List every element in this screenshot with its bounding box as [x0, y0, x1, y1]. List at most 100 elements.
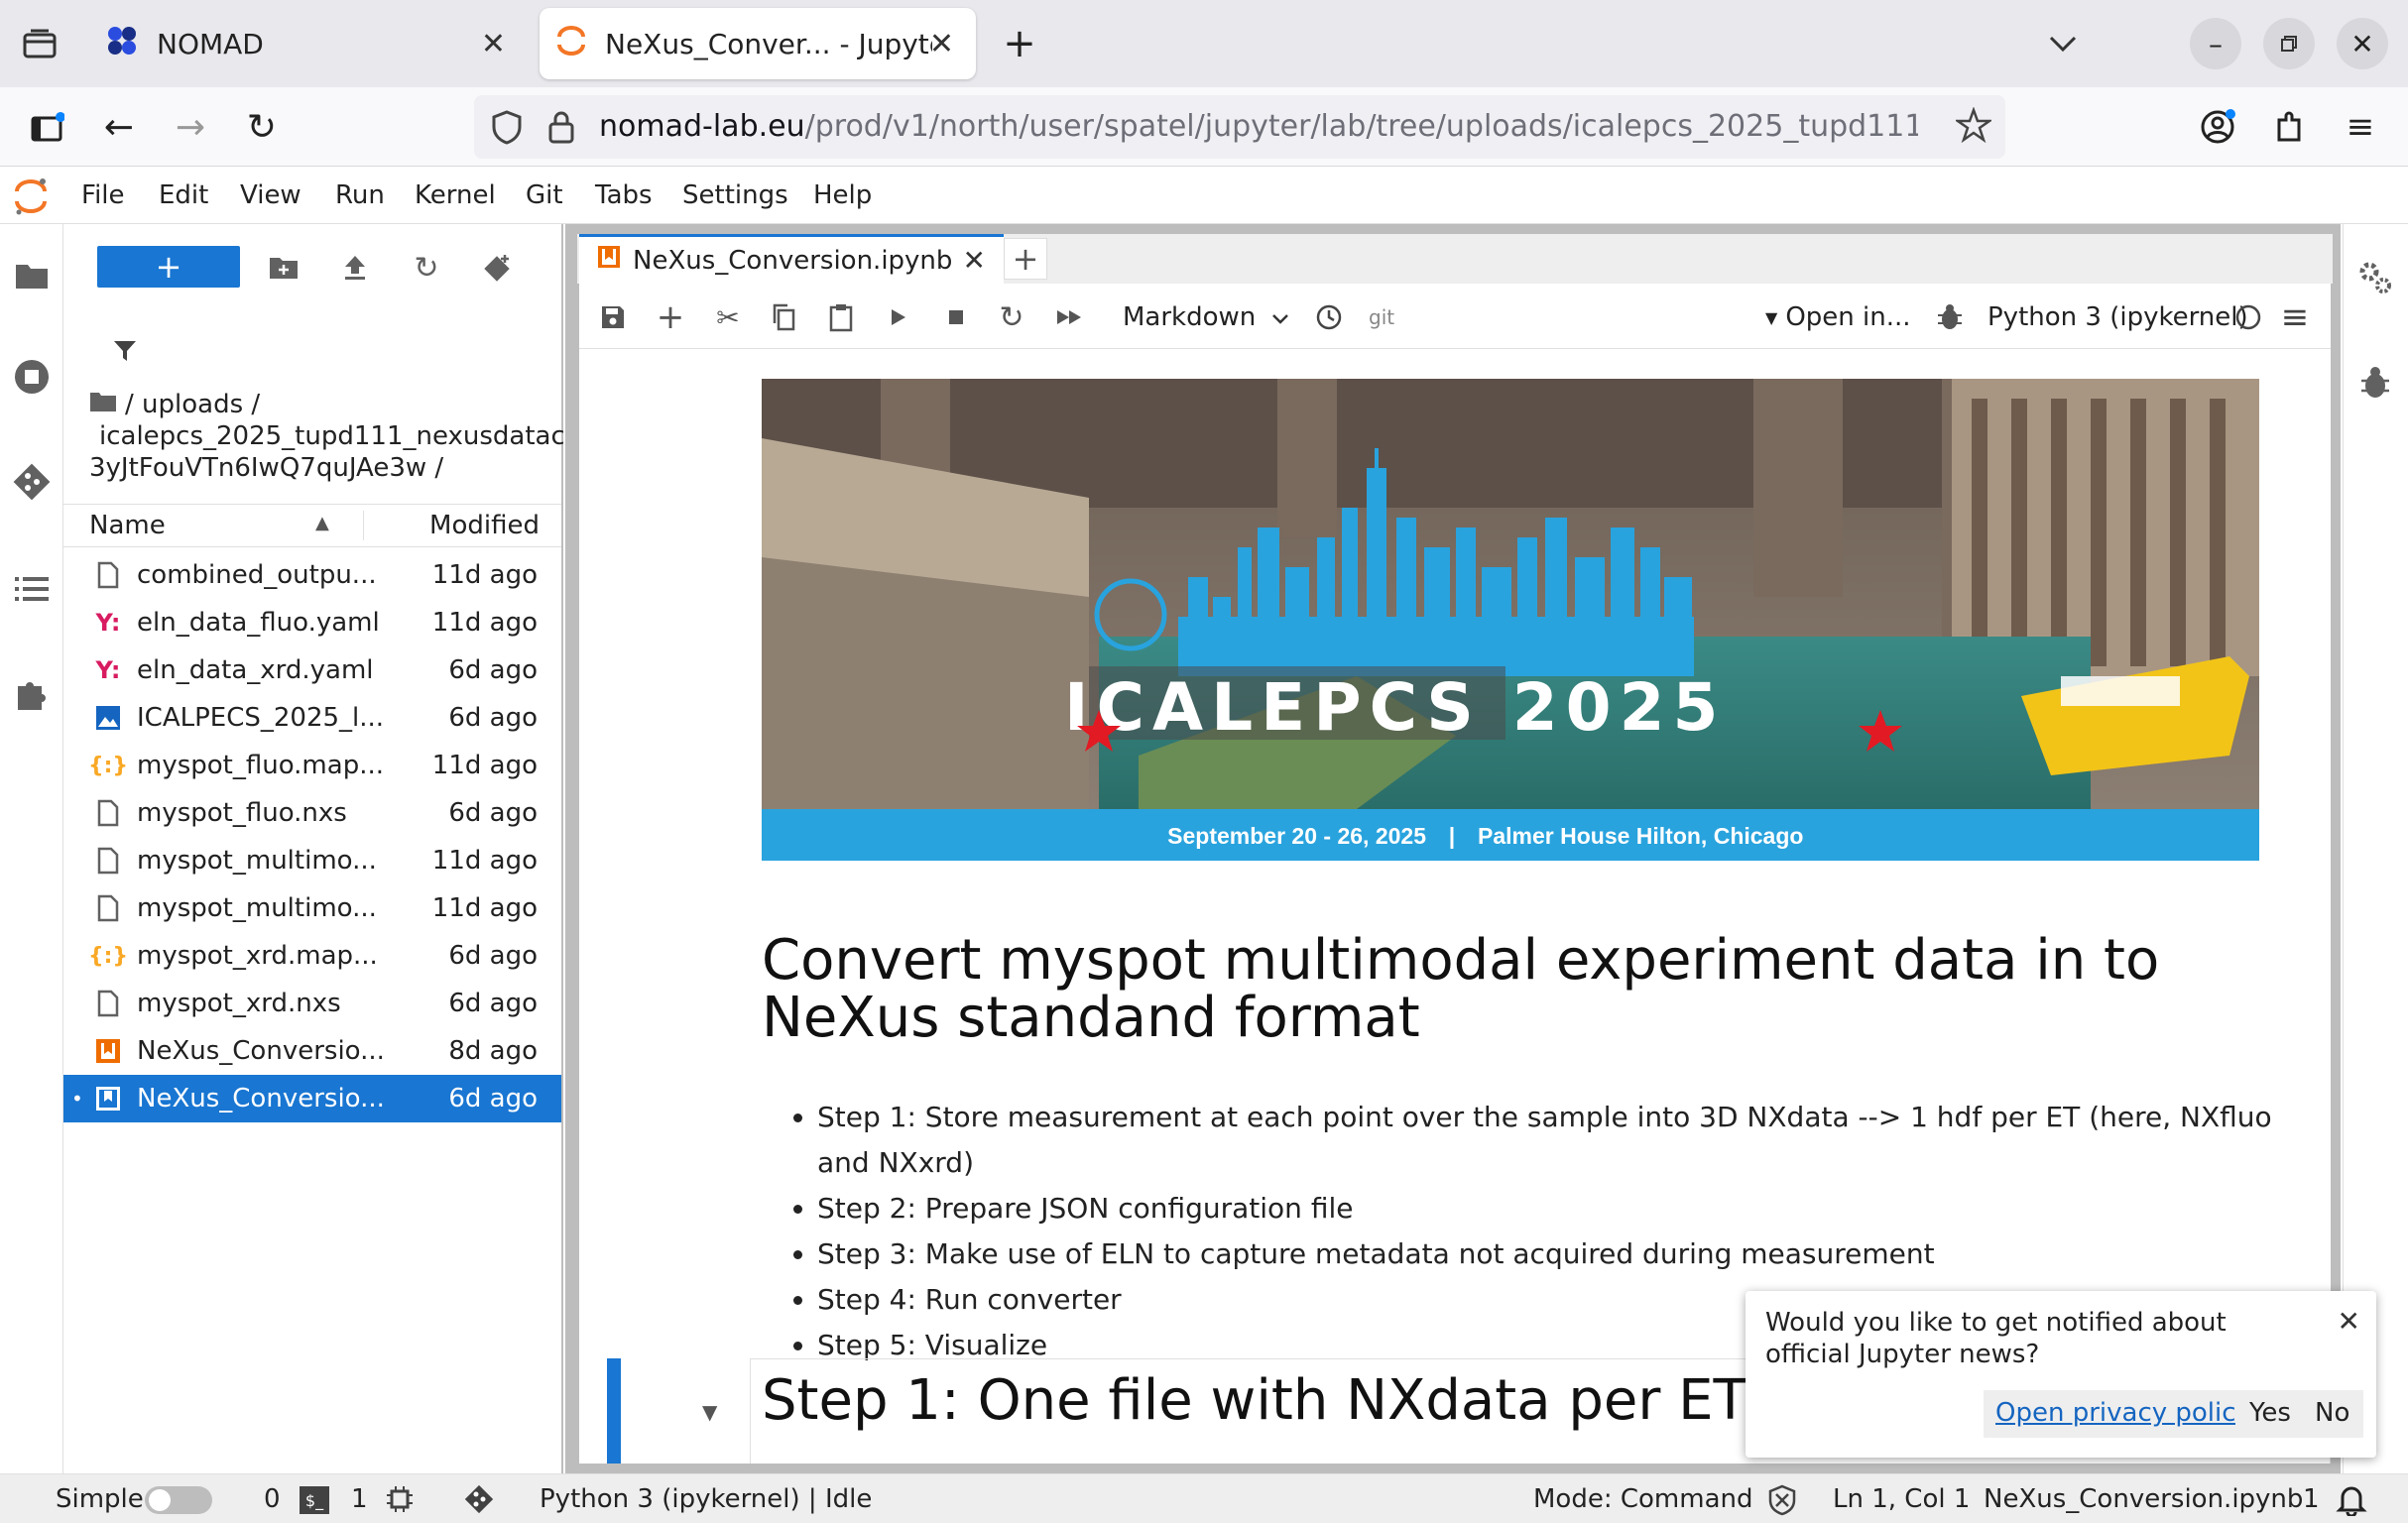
kernel-name-button[interactable]: Python 3 (ipykernel) [1987, 297, 2248, 337]
fast-forward-icon[interactable] [1049, 297, 1089, 337]
git-diff-label[interactable]: git [1369, 297, 1394, 337]
insert-cell-icon[interactable]: + [651, 297, 690, 337]
column-name[interactable]: Name [89, 511, 166, 540]
url-bar[interactable]: nomad-lab.eu/prod/v1/north/user/spatel/j… [474, 95, 2005, 159]
collapse-cell-icon[interactable]: ▼ [702, 1400, 717, 1424]
menu-edit[interactable]: Edit [159, 180, 208, 210]
url-text[interactable]: nomad-lab.eu/prod/v1/north/user/spatel/j… [599, 109, 1918, 144]
file-row[interactable]: Y: eln_data_xrd.yaml 6d ago [63, 646, 561, 694]
run-icon[interactable] [879, 297, 918, 337]
close-tab-icon[interactable]: ✕ [963, 244, 986, 277]
file-row-selected[interactable]: • NeXus_Conversio... 6d ago [63, 1075, 561, 1122]
file-row[interactable]: NeXus_Conversio... 8d ago [63, 1027, 561, 1075]
menu-run[interactable]: Run [335, 180, 385, 210]
close-tab-icon[interactable]: ✕ [929, 27, 954, 61]
close-icon[interactable]: ✕ [2338, 1305, 2360, 1338]
account-icon[interactable] [2192, 101, 2243, 153]
shield-icon[interactable] [490, 109, 524, 149]
kernel-status-text[interactable]: Python 3 (ipykernel) | Idle [540, 1484, 872, 1514]
table-of-contents-icon[interactable] [8, 565, 56, 613]
trust-shield-icon[interactable] [1767, 1484, 1797, 1523]
forward-icon[interactable]: → [165, 101, 216, 153]
stop-icon[interactable] [936, 297, 976, 337]
file-row[interactable]: Y: eln_data_fluo.yaml 11d ago [63, 599, 561, 646]
extension-manager-icon[interactable] [8, 670, 56, 718]
git-clone-icon[interactable] [478, 248, 518, 288]
git-icon[interactable] [8, 458, 56, 506]
history-icon[interactable] [1309, 297, 1349, 337]
running-sessions-icon[interactable] [8, 353, 56, 401]
back-icon[interactable]: ← [93, 101, 145, 153]
bookmark-star-icon[interactable] [1954, 106, 1993, 147]
menu-git[interactable]: Git [526, 180, 563, 210]
file-row[interactable]: myspot_multimo... 11d ago [63, 884, 561, 932]
file-row[interactable]: {:} myspot_fluo.map... 11d ago [63, 742, 561, 789]
yes-button[interactable]: Yes [2235, 1390, 2305, 1438]
extensions-icon[interactable] [2263, 101, 2315, 153]
json-icon: {:} [87, 753, 129, 778]
reload-icon[interactable]: ↻ [236, 101, 288, 153]
breadcrumb-subfolder[interactable]: 3yJtFouVTn6IwQ7quJAe3w / [89, 452, 563, 484]
new-folder-icon[interactable] [264, 248, 303, 288]
left-sidebar-tabs [0, 224, 63, 1473]
cursor-position[interactable]: Ln 1, Col 1 [1833, 1484, 1970, 1514]
notebook-mode-text: Mode: Command [1533, 1484, 1753, 1514]
git-icon[interactable] [462, 1482, 496, 1523]
breadcrumb-folder[interactable]: icalepcs_2025_tupd111_nexusdataconve [89, 420, 563, 452]
open-in-dropdown[interactable]: ▼ Open in... [1765, 297, 1911, 337]
app-menu-icon[interactable]: ≡ [2335, 101, 2386, 153]
new-tab-icon[interactable]: + [1004, 238, 1047, 280]
sidebar-toggle-icon[interactable] [22, 101, 73, 153]
cut-icon[interactable]: ✂ [708, 297, 748, 337]
menu-settings[interactable]: Settings [682, 180, 788, 210]
close-window-icon[interactable]: ✕ [2337, 18, 2388, 69]
new-tab-icon[interactable]: + [994, 18, 1045, 69]
debugger-icon[interactable] [2351, 359, 2399, 407]
simple-mode-label: Simple [56, 1484, 144, 1514]
no-button[interactable]: No [2301, 1390, 2364, 1438]
notebook-toolbar: + ✂ ↻ Markdown git ▼ Open in... Python 3… [579, 284, 2331, 349]
menu-tabs[interactable]: Tabs [595, 180, 653, 210]
file-row[interactable]: myspot_xrd.nxs 6d ago [63, 980, 561, 1027]
menu-view[interactable]: View [240, 180, 301, 210]
terminal-icon[interactable]: $_ [300, 1486, 329, 1514]
browser-tab-nomad[interactable]: NOMAD ✕ [91, 8, 528, 79]
copy-icon[interactable] [764, 297, 803, 337]
debugger-icon[interactable] [1930, 297, 1970, 337]
file-row[interactable]: ICALPECS_2025_l... 6d ago [63, 694, 561, 742]
home-folder-icon[interactable] [89, 389, 117, 420]
file-row[interactable]: combined_outpu... 11d ago [63, 551, 561, 599]
save-icon[interactable] [593, 297, 633, 337]
new-launcher-button[interactable]: + [97, 246, 240, 288]
file-row[interactable]: {:} myspot_xrd.map... 6d ago [63, 932, 561, 980]
cell-type-select[interactable]: Markdown [1123, 297, 1289, 337]
restart-icon[interactable]: ↻ [992, 297, 1031, 337]
column-modified[interactable]: Modified [429, 511, 540, 540]
cpu-icon[interactable] [385, 1484, 415, 1521]
bell-icon[interactable] [2335, 1482, 2368, 1523]
simple-mode-toggle[interactable] [145, 1486, 212, 1514]
filter-icon[interactable] [105, 331, 145, 371]
lock-icon[interactable] [547, 109, 575, 149]
close-tab-icon[interactable]: ✕ [481, 27, 506, 61]
minimize-icon[interactable]: – [2190, 18, 2241, 69]
menu-help[interactable]: Help [813, 180, 872, 210]
refresh-icon[interactable]: ↻ [407, 248, 446, 288]
sort-ascending-icon[interactable]: ▲ [315, 513, 329, 533]
folder-icon[interactable] [8, 252, 56, 299]
menu-file[interactable]: File [81, 180, 125, 210]
tab-overview-icon[interactable] [14, 18, 65, 69]
property-inspector-gears-icon[interactable] [2351, 254, 2399, 301]
file-row[interactable]: myspot_fluo.nxs 6d ago [63, 789, 561, 837]
property-inspector-icon[interactable]: ≡ [2275, 297, 2315, 337]
breadcrumb-uploads[interactable]: / uploads / [125, 389, 260, 420]
chevron-down-icon[interactable] [2037, 18, 2089, 69]
open-privacy-policy-link[interactable]: Open privacy policy [1984, 1390, 2263, 1438]
restore-icon[interactable] [2263, 18, 2315, 69]
menu-kernel[interactable]: Kernel [415, 180, 496, 210]
browser-tab-jupyter[interactable]: NeXus_Conver... - Jupyter ✕ [540, 8, 976, 79]
file-row[interactable]: myspot_multimo... 11d ago [63, 837, 561, 884]
paste-icon[interactable] [821, 297, 861, 337]
upload-icon[interactable] [335, 248, 375, 288]
notebook-tab[interactable]: NeXus_Conversion.ipynb ✕ [579, 234, 1004, 284]
